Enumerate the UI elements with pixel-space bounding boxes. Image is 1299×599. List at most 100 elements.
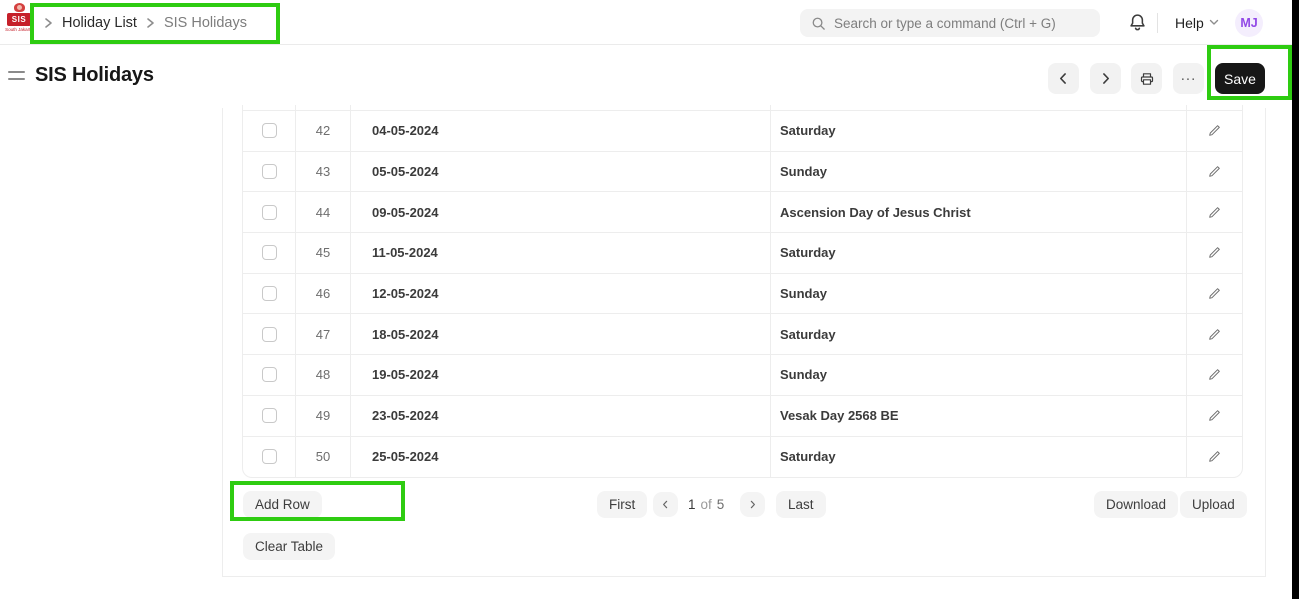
row-checkbox[interactable] <box>262 205 277 220</box>
row-date[interactable]: 11-05-2024 <box>351 233 771 273</box>
row-index: 46 <box>296 274 351 314</box>
row-index: 50 <box>296 437 351 478</box>
pagination-first-button[interactable]: First <box>597 491 647 518</box>
edit-row-icon[interactable] <box>1208 165 1221 178</box>
upload-button[interactable]: Upload <box>1180 491 1247 518</box>
row-checkbox[interactable] <box>262 123 277 138</box>
next-document-button[interactable] <box>1090 63 1121 94</box>
app-logo[interactable]: SIS South Jakarta <box>4 3 34 32</box>
row-checkbox[interactable] <box>262 327 277 342</box>
row-checkbox[interactable] <box>262 449 277 464</box>
of-label: of <box>701 497 712 512</box>
row-description[interactable]: Saturday <box>771 233 1187 273</box>
edit-row-icon[interactable] <box>1208 368 1221 381</box>
notifications-bell-icon[interactable] <box>1128 13 1147 32</box>
table-row: 45 11-05-2024 Saturday <box>243 233 1242 274</box>
edit-row-icon[interactable] <box>1208 287 1221 300</box>
row-description[interactable]: Saturday <box>771 111 1187 151</box>
table-row: 50 25-05-2024 Saturday <box>243 437 1242 478</box>
row-date[interactable]: 25-05-2024 <box>351 437 771 478</box>
form-section-border-right <box>1265 108 1266 576</box>
row-index: 44 <box>296 192 351 232</box>
global-search-input[interactable]: Search or type a command (Ctrl + G) <box>800 9 1100 37</box>
row-date[interactable]: 09-05-2024 <box>351 192 771 232</box>
edit-row-icon[interactable] <box>1208 450 1221 463</box>
table-row: 49 23-05-2024 Vesak Day 2568 BE <box>243 396 1242 437</box>
edit-row-icon[interactable] <box>1208 206 1221 219</box>
total-pages: 5 <box>717 497 725 512</box>
screen-right-edge <box>1292 0 1299 599</box>
row-description[interactable]: Saturday <box>771 314 1187 354</box>
logo-crest-icon <box>14 3 25 12</box>
breadcrumb-item-sis-holidays[interactable]: SIS Holidays <box>164 15 247 31</box>
top-navbar: SIS South Jakarta Holiday List SIS Holid… <box>0 0 1299 45</box>
ellipsis-icon: ... <box>1181 67 1197 84</box>
add-row-button[interactable]: Add Row <box>243 491 322 518</box>
row-index: 48 <box>296 355 351 395</box>
pagination-status: 1 of 5 <box>688 491 724 518</box>
print-button[interactable] <box>1131 63 1162 94</box>
help-menu[interactable]: Help <box>1175 0 1219 45</box>
navbar-divider <box>1157 13 1158 33</box>
row-date[interactable]: 04-05-2024 <box>351 111 771 151</box>
breadcrumb: Holiday List SIS Holidays <box>44 0 247 45</box>
row-description[interactable]: Sunday <box>771 152 1187 192</box>
table-row: 42 04-05-2024 Saturday <box>243 111 1242 152</box>
row-description[interactable]: Sunday <box>771 274 1187 314</box>
row-date[interactable]: 18-05-2024 <box>351 314 771 354</box>
row-index: 47 <box>296 314 351 354</box>
row-checkbox[interactable] <box>262 408 277 423</box>
table-row: 43 05-05-2024 Sunday <box>243 152 1242 193</box>
row-index: 43 <box>296 152 351 192</box>
pagination-last-button[interactable]: Last <box>776 491 826 518</box>
chevron-right-icon <box>146 17 155 29</box>
chevron-down-icon <box>1209 19 1219 26</box>
row-checkbox[interactable] <box>262 367 277 382</box>
chevron-right-icon <box>44 17 53 29</box>
user-avatar[interactable]: MJ <box>1235 9 1263 37</box>
page-title: SIS Holidays <box>35 64 154 87</box>
row-date[interactable]: 05-05-2024 <box>351 152 771 192</box>
logo-subtext: South Jakarta <box>5 27 33 32</box>
clear-table-button[interactable]: Clear Table <box>243 533 335 560</box>
row-index: 45 <box>296 233 351 273</box>
sidebar-toggle-icon[interactable] <box>8 71 25 85</box>
more-options-button[interactable]: ... <box>1173 63 1204 94</box>
row-date[interactable]: 19-05-2024 <box>351 355 771 395</box>
row-description[interactable]: Saturday <box>771 437 1187 478</box>
form-section-border-bottom <box>222 576 1266 577</box>
download-button[interactable]: Download <box>1094 491 1178 518</box>
holiday-grid-rows: 42 04-05-2024 Saturday 43 05-05-2024 Sun… <box>243 111 1242 477</box>
search-placeholder: Search or type a command (Ctrl + G) <box>834 16 1056 31</box>
help-label: Help <box>1175 15 1204 31</box>
form-section-border-left <box>222 108 223 576</box>
edit-row-icon[interactable] <box>1208 409 1221 422</box>
edit-row-icon[interactable] <box>1208 124 1221 137</box>
row-checkbox[interactable] <box>262 164 277 179</box>
pagination-next-button[interactable] <box>740 492 765 517</box>
edit-row-icon[interactable] <box>1208 246 1221 259</box>
previous-document-button[interactable] <box>1048 63 1079 94</box>
edit-row-icon[interactable] <box>1208 328 1221 341</box>
row-description[interactable]: Ascension Day of Jesus Christ <box>771 192 1187 232</box>
row-date[interactable]: 23-05-2024 <box>351 396 771 436</box>
search-icon <box>811 16 826 31</box>
row-checkbox[interactable] <box>262 286 277 301</box>
logo-text: SIS <box>7 13 31 26</box>
row-checkbox[interactable] <box>262 245 277 260</box>
table-row: 44 09-05-2024 Ascension Day of Jesus Chr… <box>243 192 1242 233</box>
breadcrumb-item-holiday-list[interactable]: Holiday List <box>62 15 137 31</box>
holidays-table: 42 04-05-2024 Saturday 43 05-05-2024 Sun… <box>242 105 1243 478</box>
save-button[interactable]: Save <box>1215 63 1265 94</box>
row-description[interactable]: Vesak Day 2568 BE <box>771 396 1187 436</box>
row-description[interactable]: Sunday <box>771 355 1187 395</box>
row-index: 42 <box>296 111 351 151</box>
table-row: 47 18-05-2024 Saturday <box>243 314 1242 355</box>
current-page: 1 <box>688 497 696 512</box>
pagination-prev-button[interactable] <box>653 492 678 517</box>
avatar-initials: MJ <box>1240 16 1257 30</box>
row-index: 49 <box>296 396 351 436</box>
table-row: 48 19-05-2024 Sunday <box>243 355 1242 396</box>
table-row: 46 12-05-2024 Sunday <box>243 274 1242 315</box>
row-date[interactable]: 12-05-2024 <box>351 274 771 314</box>
